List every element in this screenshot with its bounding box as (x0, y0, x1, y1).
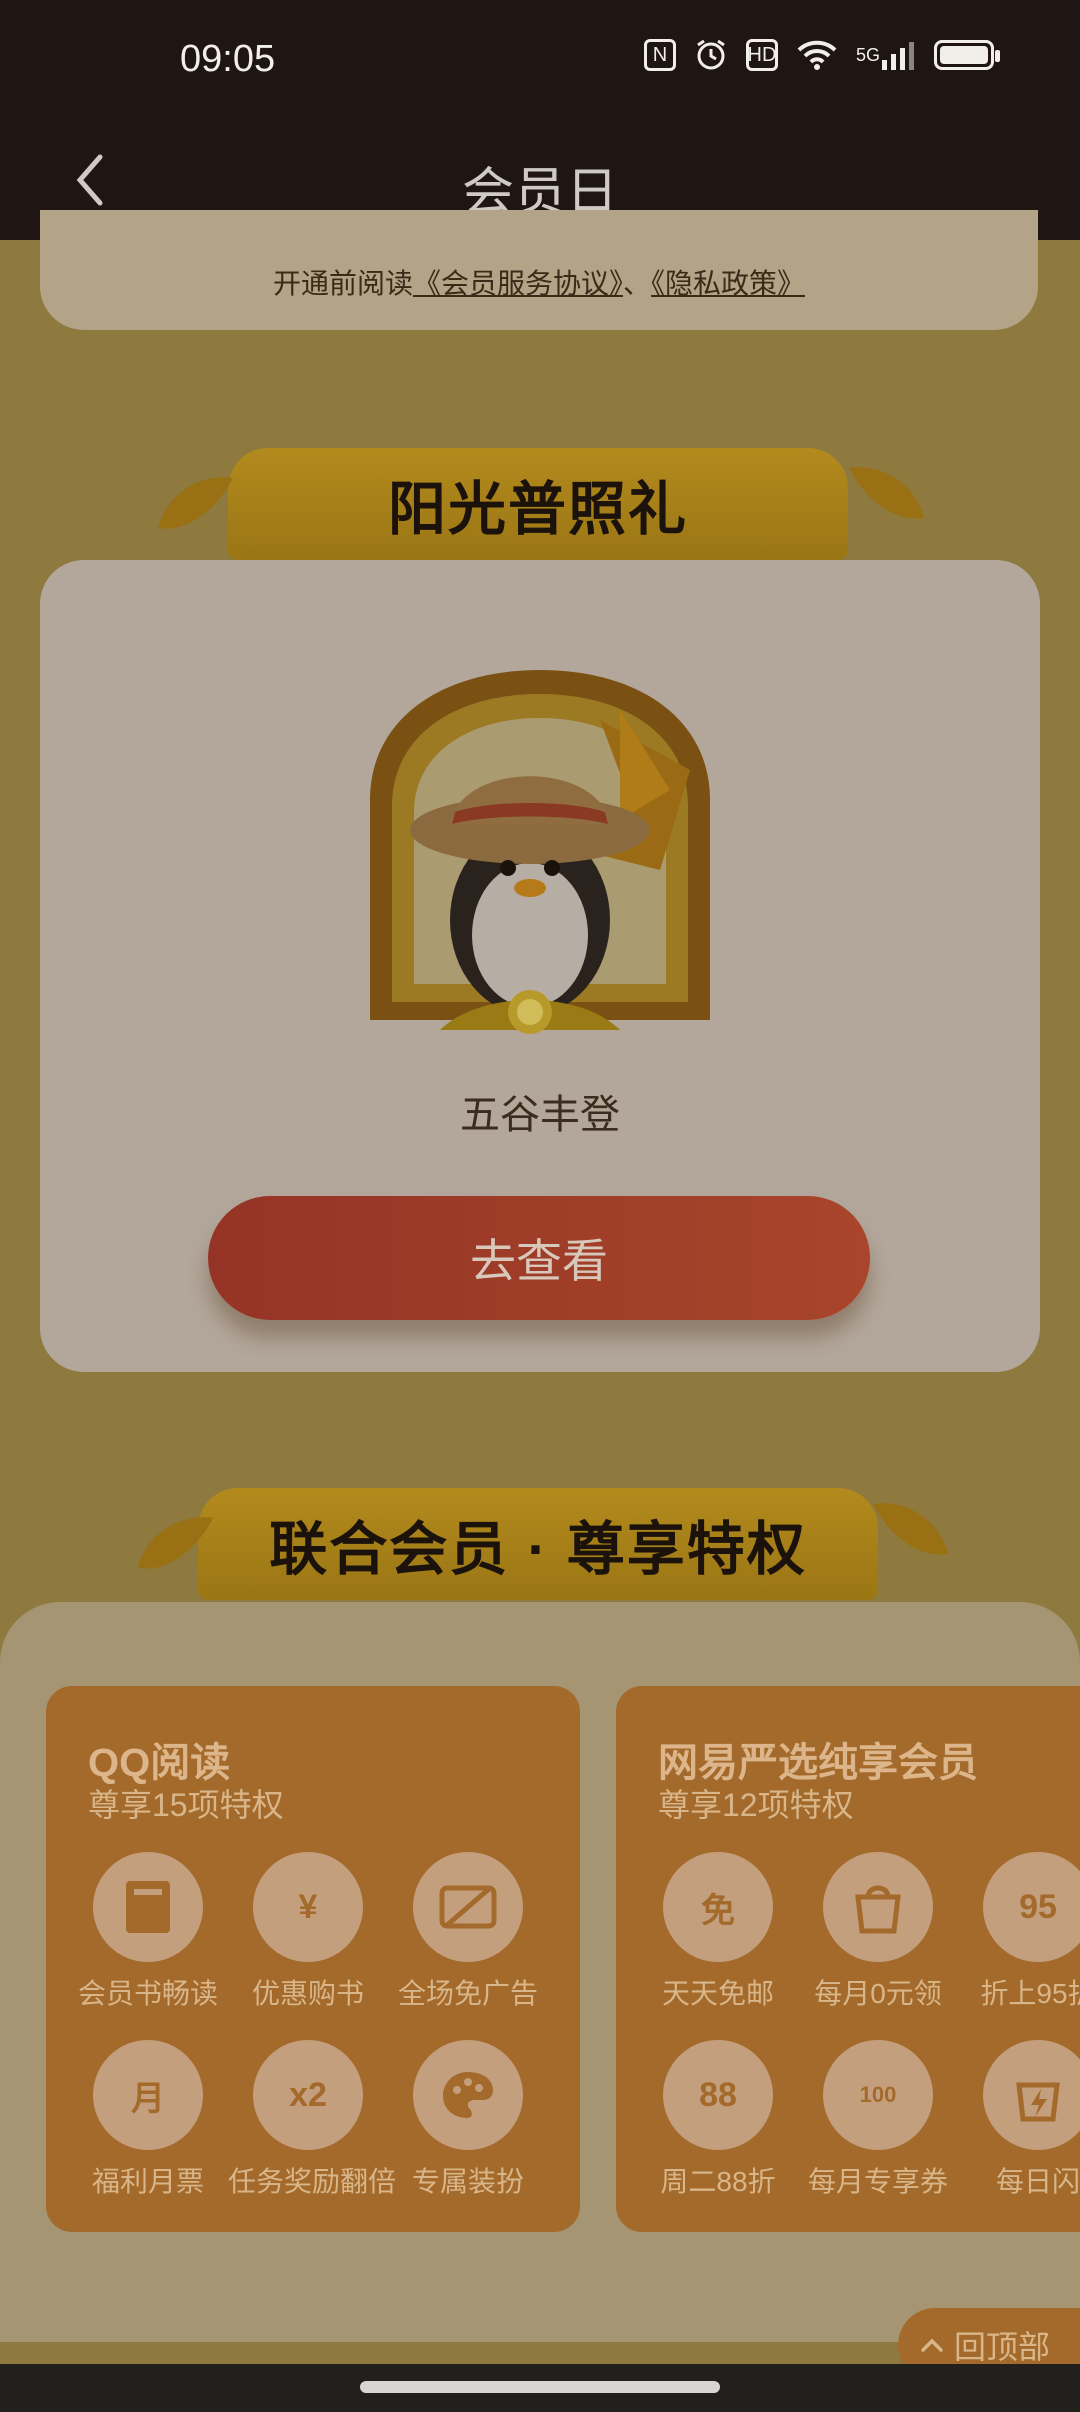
status-bar: 09:05 N HD 5G (0, 0, 1080, 120)
back-to-top-label: 回顶部 (954, 2329, 1051, 2365)
agreement-text: 开通前阅读《会员服务协议》、《隐私政策》 (40, 262, 1038, 302)
perk-item[interactable]: 专属装扮 (388, 2040, 548, 2200)
palette-icon (413, 2040, 523, 2150)
perk-glyph: x2 (289, 2075, 327, 2114)
members-panel: QQ阅读 尊享15项特权 会员书畅读 ¥ 优惠购书 全场免广告 月 福利月票 x… (0, 1602, 1080, 2342)
penguin-harvest-illustration (370, 670, 710, 1034)
gesture-bar (0, 2364, 1080, 2412)
service-agreement-link[interactable]: 《会员服务协议》 (413, 268, 623, 299)
status-time: 09:05 (180, 38, 276, 80)
perk-label: 折上95折 (980, 1978, 1080, 2009)
alarm-icon (694, 38, 728, 72)
status-icons: N HD 5G (643, 38, 1000, 72)
perk-item[interactable]: 每月0元领 (798, 1852, 958, 2012)
5g-signal-icon: 5G (856, 40, 916, 70)
perk-item[interactable]: 全场免广告 (388, 1852, 548, 2012)
perk-label: 优惠购书 (251, 1978, 364, 2009)
perk-item[interactable]: 月 福利月票 (68, 2040, 228, 2200)
perk-glyph: ¥ (298, 1887, 318, 1926)
monthly-ticket-icon: 月 (93, 2040, 203, 2150)
coupon-icon: 100 (823, 2040, 933, 2150)
perk-item[interactable]: 每日闪 (958, 2040, 1080, 2200)
discount-95-icon: 95 (983, 1852, 1080, 1962)
free-shipping-icon: 免 (663, 1852, 773, 1962)
perk-item[interactable]: 会员书畅读 (68, 1852, 228, 2012)
gift-card: 五谷丰登 去查看 (40, 560, 1040, 1372)
perk-glyph: 95 (1019, 1887, 1057, 1926)
perk-glyph: 免 (701, 1891, 735, 1930)
leaf-decoration-icon (158, 477, 233, 529)
gift-double-icon: x2 (253, 2040, 363, 2150)
sunshine-section-banner: 阳光普照礼 (158, 448, 924, 560)
network-type: 5G (855, 44, 880, 65)
home-indicator[interactable] (360, 2381, 720, 2393)
member-card-netease-yanxuan[interactable]: 网易严选纯享会员 尊享12项特权 免 天天免邮 每月0元领 95 折上95折 8… (616, 1686, 1080, 2232)
section-title: 阳光普照礼 (387, 477, 688, 542)
chevron-up-icon (921, 2338, 943, 2352)
perk-label: 每月0元领 (814, 1978, 942, 2009)
leaf-decoration-icon (138, 1517, 213, 1569)
discount-88-icon: 88 (663, 2040, 773, 2150)
perk-label: 周二88折 (660, 2166, 776, 2197)
agreement-prefix: 开通前阅读 (272, 268, 413, 299)
perk-glyph: 88 (699, 2075, 737, 2114)
wifi-icon (796, 39, 838, 71)
gift-name: 五谷丰登 (460, 1093, 620, 1137)
battery-icon (934, 40, 1000, 70)
agreement-separator: 、 (623, 268, 652, 299)
leaf-decoration-icon (849, 467, 924, 519)
shopping-bag-icon (823, 1852, 933, 1962)
perk-label: 每日闪 (995, 2166, 1080, 2197)
leaf-decoration-icon (873, 1503, 948, 1555)
perk-glyph: 月 (131, 2079, 165, 2118)
perk-item[interactable]: x2 任务奖励翻倍 (228, 2040, 397, 2200)
perk-label: 专属装扮 (411, 2166, 524, 2197)
no-ads-icon (413, 1852, 523, 1962)
perk-item[interactable]: ¥ 优惠购书 (228, 1852, 388, 2012)
perk-item[interactable]: 95 折上95折 (958, 1852, 1080, 2012)
perk-glyph: 100 (859, 2082, 897, 2107)
perk-label: 每月专享券 (807, 2166, 948, 2197)
privacy-policy-link[interactable]: 《隐私政策》 (651, 268, 805, 299)
agreement-card: 开通前阅读《会员服务协议》、《隐私政策》 (40, 210, 1038, 330)
perk-item[interactable]: 免 天天免邮 (638, 1852, 798, 2012)
section-title: 联合会员 · 尊享特权 (269, 1517, 807, 1582)
perk-label: 任务奖励翻倍 (228, 2166, 397, 2197)
nfc-icon: N (643, 39, 676, 71)
perk-label: 全场免广告 (397, 1978, 538, 2009)
hd-icon: HD (745, 39, 778, 71)
perk-item[interactable]: 100 每月专享券 (798, 2040, 958, 2200)
book-icon (93, 1852, 203, 1962)
yen-coupon-icon: ¥ (253, 1852, 363, 1962)
perk-item[interactable]: 88 周二88折 (638, 2040, 798, 2200)
flash-bag-icon (983, 2040, 1080, 2150)
view-gift-button[interactable]: 去查看 (208, 1196, 870, 1320)
perk-label: 会员书畅读 (77, 1978, 218, 2009)
card-subtitle: 尊享15项特权 (88, 1787, 284, 1823)
member-card-qq-reading[interactable]: QQ阅读 尊享15项特权 会员书畅读 ¥ 优惠购书 全场免广告 月 福利月票 x… (46, 1686, 580, 2232)
card-subtitle: 尊享12项特权 (658, 1787, 854, 1823)
perk-label: 天天免邮 (661, 1978, 774, 2009)
joint-section-banner: 联合会员 · 尊享特权 (138, 1488, 948, 1600)
perk-label: 福利月票 (91, 2166, 204, 2197)
